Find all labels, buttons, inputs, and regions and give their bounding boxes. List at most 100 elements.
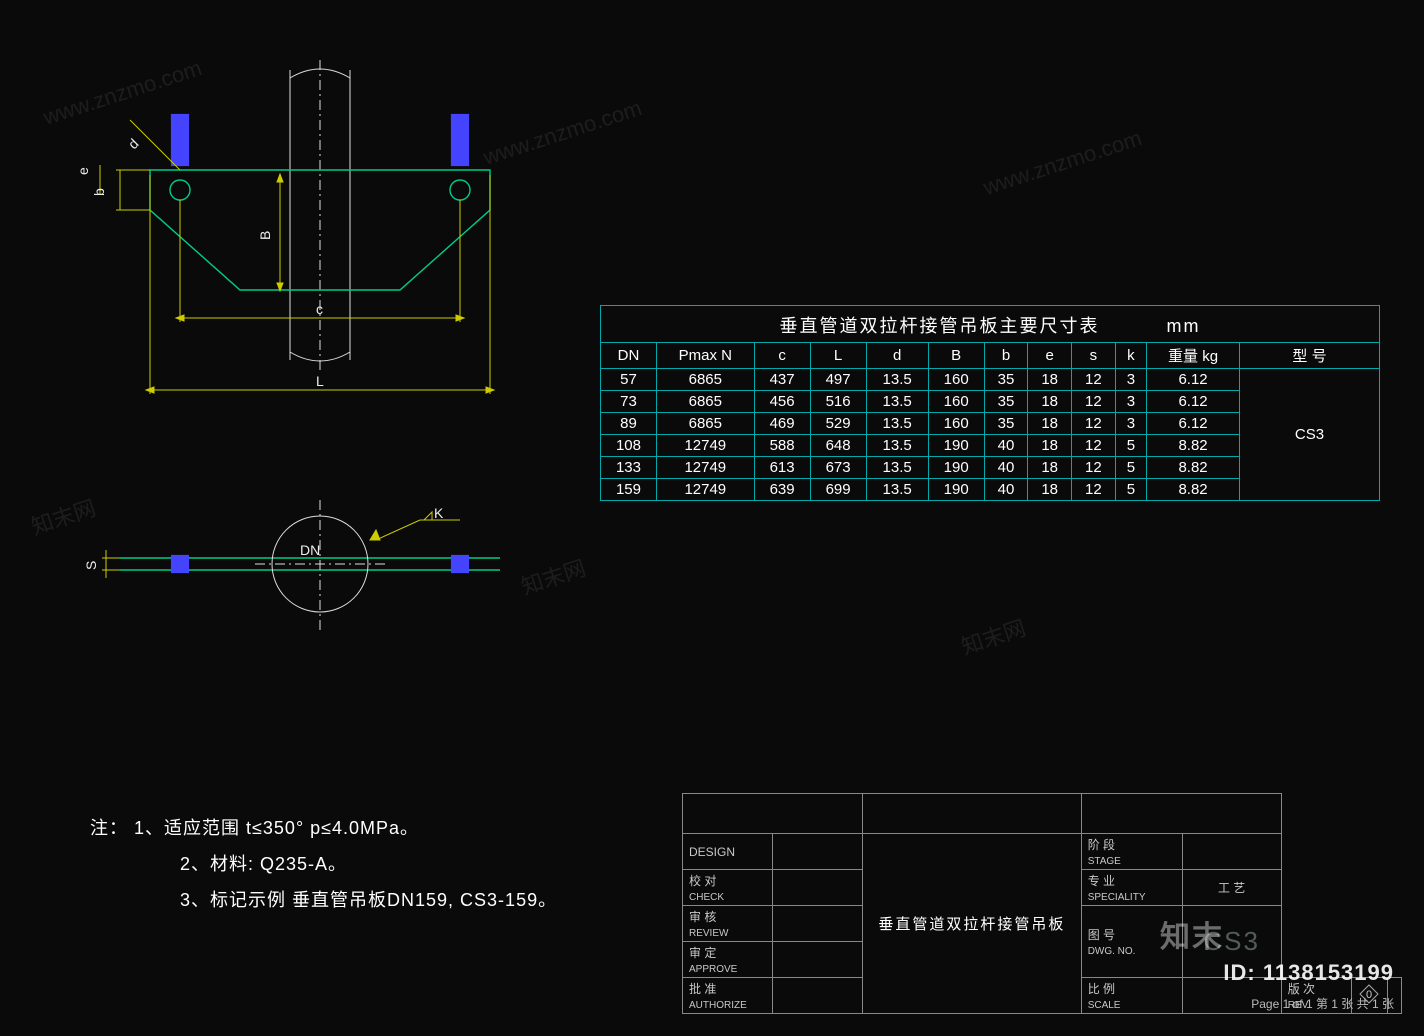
- cell: 12: [1072, 435, 1116, 457]
- dimension-table: 垂直管道双拉杆接管吊板主要尺寸表 mm DNPmax NcLdBbesk重量 k…: [600, 305, 1380, 501]
- table-unit: mm: [1167, 316, 1201, 336]
- cell: 5: [1115, 479, 1146, 501]
- cell: 12: [1072, 391, 1116, 413]
- cell: 12749: [656, 457, 754, 479]
- cell: 40: [984, 479, 1028, 501]
- tb-approve-en: APPROVE: [689, 964, 737, 975]
- tb-check-cn: 校 对: [689, 874, 716, 888]
- cell: 613: [754, 457, 810, 479]
- tb-review-en: REVIEW: [689, 928, 728, 939]
- cell: 57: [601, 369, 657, 391]
- cell: 8.82: [1147, 457, 1240, 479]
- col-header: DN: [601, 343, 657, 369]
- cell: 35: [984, 369, 1028, 391]
- model-cell: CS3: [1240, 369, 1380, 501]
- cell: 13.5: [866, 413, 928, 435]
- cell: 8.82: [1147, 479, 1240, 501]
- dim-S: S: [83, 561, 99, 570]
- cell: 190: [928, 457, 984, 479]
- col-header: 型 号: [1240, 343, 1380, 369]
- cell: 133: [601, 457, 657, 479]
- tb-drawing-title: 垂直管道双拉杆接管吊板: [878, 916, 1065, 933]
- tb-authorize-en: AUTHORIZE: [689, 1000, 747, 1011]
- cell: 12: [1072, 457, 1116, 479]
- table-title: 垂直管道双拉杆接管吊板主要尺寸表: [779, 316, 1099, 336]
- cell: 190: [928, 479, 984, 501]
- cell: 437: [754, 369, 810, 391]
- cell: 159: [601, 479, 657, 501]
- cell: 6.12: [1147, 391, 1240, 413]
- cell: 8.82: [1147, 435, 1240, 457]
- col-header: B: [928, 343, 984, 369]
- col-header: k: [1115, 343, 1146, 369]
- cell: 73: [601, 391, 657, 413]
- cell: 190: [928, 435, 984, 457]
- cell: 497: [810, 369, 866, 391]
- cell: 12: [1072, 413, 1116, 435]
- notes-lead: 注：: [90, 818, 128, 838]
- cell: 6865: [656, 369, 754, 391]
- dim-DN: DN: [300, 542, 320, 558]
- tb-authorize-cn: 批 准: [689, 982, 716, 996]
- cell: 529: [810, 413, 866, 435]
- cell: 40: [984, 457, 1028, 479]
- tb-scale-cn: 比 例: [1088, 982, 1115, 996]
- cell: 639: [754, 479, 810, 501]
- col-header: 重量 kg: [1147, 343, 1240, 369]
- cell: 12749: [656, 479, 754, 501]
- tb-dwgno-en: DWG. NO.: [1088, 946, 1136, 957]
- cell: 456: [754, 391, 810, 413]
- page-info: Page 1 of 1 第 1 张 共 1 张: [1251, 995, 1394, 1012]
- cell: 6865: [656, 391, 754, 413]
- cell: 18: [1028, 369, 1072, 391]
- dim-b: b: [91, 188, 107, 196]
- table-row: 57686543749713.516035181236.12CS3: [601, 369, 1380, 391]
- note-2: 2、材料: Q235-A。: [90, 846, 347, 882]
- tb-spec-en: SPECIALITY: [1088, 892, 1146, 903]
- cell: 5: [1115, 457, 1146, 479]
- cell: 18: [1028, 479, 1072, 501]
- col-header: b: [984, 343, 1028, 369]
- note-1: 1、适应范围 t≤350° p≤4.0MPa。: [134, 818, 419, 838]
- watermark: www.znzmo.com: [980, 125, 1145, 201]
- cell: 12: [1072, 479, 1116, 501]
- dim-B: B: [257, 231, 273, 240]
- dim-e: e: [80, 167, 91, 175]
- cell: 588: [754, 435, 810, 457]
- cell: 13.5: [866, 435, 928, 457]
- cell: 35: [984, 391, 1028, 413]
- cell: 6.12: [1147, 413, 1240, 435]
- cell: 35: [984, 413, 1028, 435]
- dim-c: c: [316, 301, 323, 317]
- col-header: c: [754, 343, 810, 369]
- tb-check-en: CHECK: [689, 892, 724, 903]
- col-header: Pmax N: [656, 343, 754, 369]
- notes-block: 注： 1、适应范围 t≤350° p≤4.0MPa。 2、材料: Q235-A。…: [90, 810, 557, 918]
- cell: 6.12: [1147, 369, 1240, 391]
- tb-stage-cn: 阶 段: [1088, 838, 1115, 852]
- col-header: e: [1028, 343, 1072, 369]
- cell: 18: [1028, 457, 1072, 479]
- cell: 160: [928, 369, 984, 391]
- cell: 160: [928, 413, 984, 435]
- cell: 13.5: [866, 391, 928, 413]
- cell: 18: [1028, 391, 1072, 413]
- tb-design-en: DESIGN: [689, 845, 735, 859]
- cell: 3: [1115, 413, 1146, 435]
- dim-L: L: [316, 373, 324, 389]
- cell: 3: [1115, 369, 1146, 391]
- cell: 18: [1028, 413, 1072, 435]
- overlay-brand: 知末: [1160, 912, 1224, 956]
- watermark: 知末网: [957, 611, 1030, 662]
- tb-stage-en: STAGE: [1088, 856, 1121, 867]
- dim-d: d: [125, 135, 142, 152]
- tb-approve-cn: 审 定: [689, 946, 716, 960]
- cell: 18: [1028, 435, 1072, 457]
- cell: 12: [1072, 369, 1116, 391]
- cad-canvas: www.znzmo.com 知末网 www.znzmo.com 知末网 www.…: [0, 0, 1424, 1036]
- cell: 40: [984, 435, 1028, 457]
- col-header: s: [1072, 343, 1116, 369]
- cell: 160: [928, 391, 984, 413]
- dim-K: K: [434, 505, 444, 521]
- cell: 699: [810, 479, 866, 501]
